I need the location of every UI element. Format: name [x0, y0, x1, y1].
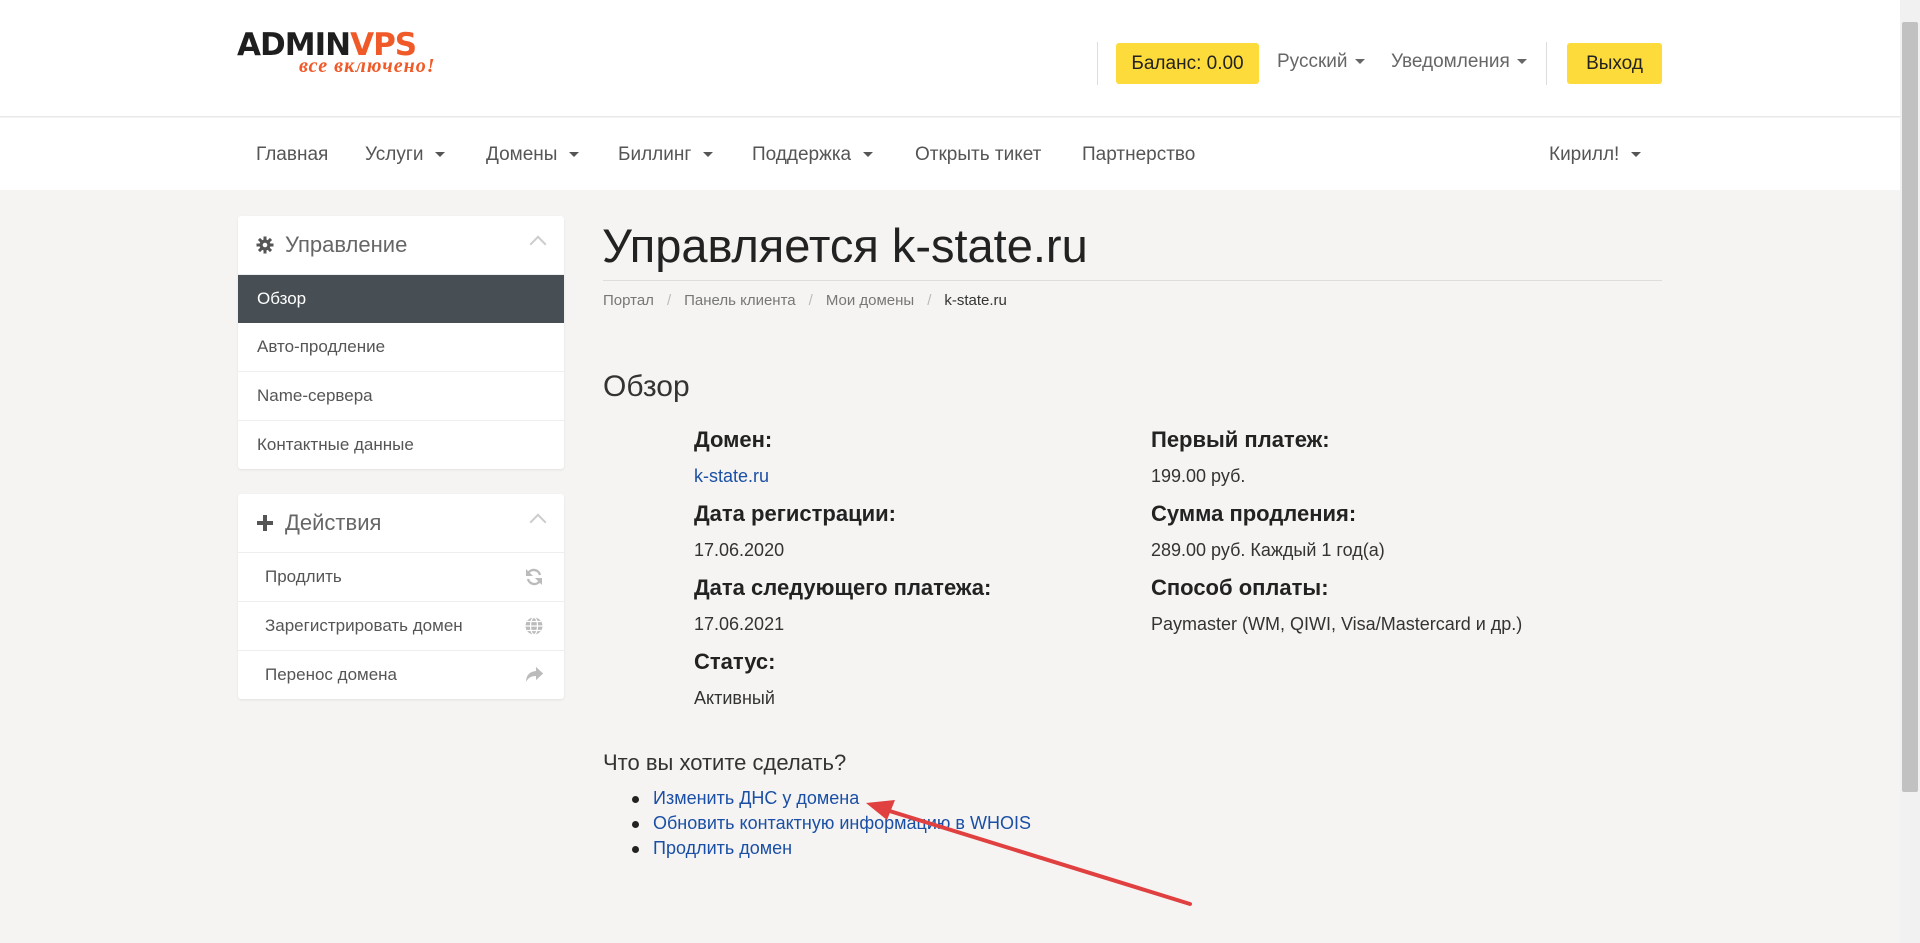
sidebar-action-label: Перенос домена — [265, 665, 398, 684]
scrollbar-thumb[interactable] — [1902, 22, 1918, 792]
logout-button[interactable]: Выход — [1567, 43, 1662, 84]
list-item: Обновить контактную информацию в WHOIS — [632, 811, 1031, 836]
manage-panel: Управление Обзор Авто-продление Name-сер… — [238, 216, 564, 469]
nav-support[interactable]: Поддержка — [752, 144, 874, 166]
main-navbar: Главная Услуги Домены Биллинг Поддержка … — [0, 118, 1920, 190]
header-divider — [1097, 42, 1098, 85]
breadcrumb-separator: / — [808, 292, 813, 309]
domain-label: Домен: — [694, 427, 773, 452]
sidebar-item-nameservers[interactable]: Name-сервера — [238, 372, 564, 421]
breadcrumb: Портал / Панель клиента / Мои домены / k-state… — [603, 292, 1007, 309]
breadcrumb-portal[interactable]: Портал — [603, 292, 654, 309]
sidebar-action-label: Продлить — [265, 567, 342, 586]
header-divider — [1546, 42, 1547, 85]
sidebar-item-overview[interactable]: Обзор — [238, 275, 564, 323]
nav-open-ticket[interactable]: Открыть тикет — [915, 144, 1041, 166]
nav-home[interactable]: Главная — [256, 144, 328, 166]
caret-down-icon — [703, 152, 714, 158]
breadcrumb-current: k-state.ru — [944, 292, 1007, 309]
next-payment-date-label: Дата следующего платежа: — [694, 575, 992, 600]
nav-billing[interactable]: Биллинг — [618, 144, 714, 166]
actions-panel: Действия Продлить Зарегистрировать домен… — [238, 494, 564, 699]
domain-actions-list: Изменить ДНС у домена Обновить контактну… — [632, 786, 1031, 861]
payment-method-label: Способ оплаты: — [1151, 575, 1329, 600]
breadcrumb-client-area[interactable]: Панель клиента — [684, 292, 796, 309]
update-whois-link[interactable]: Обновить контактную информацию в WHOIS — [653, 813, 1031, 833]
notifications-dropdown[interactable]: Уведомления — [1391, 51, 1527, 73]
renewal-amount-value: 289.00 руб. Каждый 1 год(а) — [1151, 540, 1385, 560]
sidebar-action-transfer-domain[interactable]: Перенос домена — [238, 651, 564, 699]
sidebar-action-label: Зарегистрировать домен — [265, 616, 463, 635]
breadcrumb-separator: / — [927, 292, 932, 309]
caret-down-icon — [863, 152, 874, 158]
status-label: Статус: — [694, 649, 776, 674]
title-divider — [603, 280, 1662, 281]
chevron-up-icon[interactable] — [529, 513, 547, 531]
balance-button[interactable]: Баланс: 0.00 — [1116, 43, 1259, 84]
renewal-amount-label: Сумма продления: — [1151, 501, 1357, 526]
user-menu[interactable]: Кирилл! — [1549, 144, 1642, 166]
manage-panel-title: Управление — [285, 232, 408, 257]
sidebar-item-contacts[interactable]: Контактные данные — [238, 421, 564, 469]
nav-partnership[interactable]: Партнерство — [1082, 144, 1195, 166]
status-value: Активный — [694, 688, 775, 708]
page-title: Управляется k-state.ru — [602, 219, 1088, 272]
change-dns-link[interactable]: Изменить ДНС у домена — [653, 788, 859, 808]
list-item: Изменить ДНС у домена — [632, 786, 1031, 811]
renew-domain-link[interactable]: Продлить домен — [653, 838, 792, 858]
caret-down-icon — [1631, 152, 1642, 158]
breadcrumb-separator: / — [666, 292, 672, 309]
language-dropdown[interactable]: Русский — [1277, 51, 1365, 73]
refresh-icon — [526, 568, 542, 586]
payment-method-value: Paymaster (WM, QIWI, Visa/Mastercard и д… — [1151, 614, 1523, 634]
nav-domains-label: Домены — [486, 144, 558, 165]
first-payment-value: 199.00 руб. — [1151, 466, 1246, 486]
nav-billing-label: Биллинг — [618, 144, 692, 165]
actions-panel-header[interactable]: Действия — [238, 494, 564, 553]
user-menu-label: Кирилл! — [1549, 144, 1620, 165]
caret-down-icon — [1354, 59, 1365, 65]
what-to-do-heading: Что вы хотите сделать? — [603, 750, 847, 775]
sidebar-item-autorenew[interactable]: Авто-продление — [238, 323, 564, 372]
sidebar-action-renew[interactable]: Продлить — [238, 553, 564, 602]
caret-down-icon — [1516, 59, 1527, 65]
nav-domains[interactable]: Домены — [486, 144, 580, 166]
nav-services[interactable]: Услуги — [365, 144, 446, 166]
next-payment-date-value: 17.06.2021 — [694, 614, 785, 634]
notifications-label: Уведомления — [1391, 51, 1510, 72]
logo-tagline: все включено! — [299, 55, 436, 77]
top-header: ADMINVPS все включено! Баланс: 0.00 Русс… — [0, 0, 1920, 117]
adminvps-logo[interactable]: ADMINVPS все включено! — [237, 28, 442, 82]
first-payment-label: Первый платеж: — [1151, 427, 1330, 452]
actions-panel-title: Действия — [285, 510, 382, 535]
overview-heading: Обзор — [603, 370, 690, 403]
breadcrumb-my-domains[interactable]: Мои домены — [826, 292, 914, 309]
gear-icon — [256, 236, 274, 254]
nav-support-label: Поддержка — [752, 144, 852, 165]
list-item: Продлить домен — [632, 836, 1031, 861]
caret-down-icon — [435, 152, 446, 158]
plus-icon — [257, 515, 273, 531]
chevron-up-icon[interactable] — [529, 235, 547, 253]
domain-link[interactable]: k-state.ru — [694, 466, 769, 487]
globe-icon — [525, 616, 543, 636]
registration-date-label: Дата регистрации: — [694, 501, 896, 526]
language-label: Русский — [1277, 51, 1348, 72]
manage-panel-header[interactable]: Управление — [238, 216, 564, 275]
caret-down-icon — [569, 152, 580, 158]
nav-services-label: Услуги — [365, 144, 424, 165]
sidebar-action-register-domain[interactable]: Зарегистрировать домен — [238, 602, 564, 651]
registration-date-value: 17.06.2020 — [694, 540, 785, 560]
share-arrow-icon — [526, 667, 543, 682]
